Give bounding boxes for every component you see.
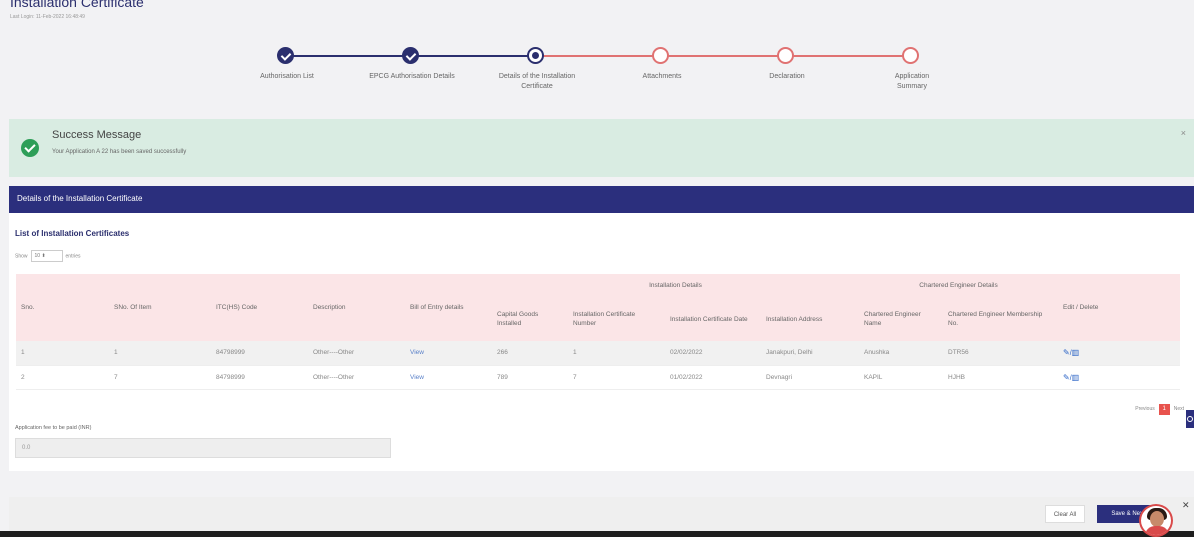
list-title: List of Installation Certificates xyxy=(15,229,130,238)
step-3-label[interactable]: Details of the Installation Certificate xyxy=(487,72,587,92)
feedback-tab-icon[interactable] xyxy=(1186,410,1194,428)
show-label: Show xyxy=(15,253,28,260)
page-1-button[interactable]: 1 xyxy=(1158,404,1170,415)
step-2-label[interactable]: EPCG Authorisation Details xyxy=(352,72,472,82)
cell-description: Other----Other xyxy=(308,365,405,390)
step-6-label[interactable]: Application Summary xyxy=(882,72,942,92)
table-row: 2 7 84798999 Other----Other View 789 7 0… xyxy=(16,365,1180,390)
step-2-check-icon[interactable] xyxy=(402,47,419,64)
entries-value: 10 xyxy=(34,253,41,259)
fee-field: 0.0 xyxy=(15,438,391,458)
close-chat-icon[interactable]: ✕ xyxy=(1182,500,1190,511)
chevron-down-icon: ⬍ xyxy=(41,253,46,259)
entries-control: Show 10 ⬍ entries xyxy=(15,250,81,262)
view-link[interactable]: View xyxy=(405,341,492,366)
cell-itc: 84798999 xyxy=(211,365,308,390)
entries-select[interactable]: 10 ⬍ xyxy=(30,250,63,262)
cell-goods: 266 xyxy=(492,341,568,366)
pagination: Previous 1 Next xyxy=(1135,404,1184,415)
view-link[interactable]: View xyxy=(405,365,492,390)
entries-label: entries xyxy=(65,253,81,260)
cell-engineer-name: Anushka xyxy=(859,341,943,366)
cell-sno: 1 xyxy=(16,341,109,366)
cell-address: Devnagri xyxy=(761,365,859,390)
step-5-circle-icon[interactable] xyxy=(777,47,794,64)
delete-icon[interactable]: ▥ xyxy=(1072,373,1080,382)
edit-icon[interactable]: ✎ xyxy=(1063,373,1070,382)
cell-address: Janakpuri, Delhi xyxy=(761,341,859,366)
step-1-label[interactable]: Authorisation List xyxy=(227,72,347,82)
clear-all-button[interactable]: Clear All xyxy=(1045,505,1085,523)
progress-stepper: Authorisation List EPCG Authorisation De… xyxy=(0,40,1194,100)
main-content: List of Installation Certificates Show 10… xyxy=(9,213,1194,471)
col-capital-goods[interactable]: Capital Goods Installed xyxy=(492,297,568,341)
cell-engineer-no: HJHB xyxy=(943,365,1058,390)
col-description[interactable]: Description xyxy=(308,274,405,341)
step-3-active-icon[interactable] xyxy=(527,47,544,64)
step-4-circle-icon[interactable] xyxy=(652,47,669,64)
col-engineer-name[interactable]: Chartered Engineer Name xyxy=(859,297,943,341)
step-4-label[interactable]: Attachments xyxy=(602,72,722,82)
cell-itc: 84798999 xyxy=(211,341,308,366)
col-item-sno[interactable]: SNo. Of Item xyxy=(109,274,211,341)
success-alert: Success Message Your Application A 22 ha… xyxy=(9,119,1194,177)
col-address[interactable]: Installation Address xyxy=(761,297,859,341)
col-sno[interactable]: Sno. xyxy=(16,274,109,341)
cell-goods: 789 xyxy=(492,365,568,390)
col-cert-date[interactable]: Installation Certificate Date xyxy=(665,297,761,341)
bottom-strip xyxy=(0,531,1194,537)
cell-description: Other----Other xyxy=(308,341,405,366)
success-message: Your Application A 22 has been saved suc… xyxy=(52,149,187,155)
step-1-check-icon[interactable] xyxy=(277,47,294,64)
group-engineer-details: Chartered Engineer Details xyxy=(859,274,1058,297)
footer-actions: Clear All Save & Next xyxy=(9,497,1194,531)
cell-engineer-no: DTR56 xyxy=(943,341,1058,366)
last-login: Last Login: 11-Feb-2022 16:48:49 xyxy=(10,14,85,20)
cell-cert-date: 02/02/2022 xyxy=(665,341,761,366)
page-header: Installation Certificate Last Login: 11-… xyxy=(0,0,1194,22)
delete-icon[interactable]: ▥ xyxy=(1072,348,1080,357)
section-title: Details of the Installation Certificate xyxy=(17,194,143,203)
section-header: Details of the Installation Certificate xyxy=(9,186,1194,213)
avatar-face xyxy=(1150,511,1164,527)
success-title: Success Message xyxy=(52,129,142,141)
step-6-circle-icon[interactable] xyxy=(902,47,919,64)
cell-engineer-name: KAPIL xyxy=(859,365,943,390)
next-link[interactable]: Next xyxy=(1174,406,1184,412)
page-title: Installation Certificate xyxy=(10,0,144,10)
cell-item: 7 xyxy=(109,365,211,390)
col-engineer-membership[interactable]: Chartered Engineer Membership No. xyxy=(943,297,1058,341)
table-group-header: Sno. SNo. Of Item ITC(HS) Code Descripti… xyxy=(16,274,1180,341)
cell-cert-date: 01/02/2022 xyxy=(665,365,761,390)
previous-link[interactable]: Previous xyxy=(1135,406,1154,412)
cell-actions: ✎/▥ xyxy=(1058,365,1180,390)
col-edit-delete: Edit / Delete xyxy=(1058,274,1180,341)
close-icon[interactable]: × xyxy=(1181,128,1186,138)
fee-label: Application fee to be paid (INR) xyxy=(15,425,92,431)
chatbot-avatar[interactable] xyxy=(1139,504,1173,537)
edit-icon[interactable]: ✎ xyxy=(1063,348,1070,357)
step-connector xyxy=(537,55,912,57)
check-circle-icon xyxy=(21,139,39,157)
col-itc-code[interactable]: ITC(HS) Code xyxy=(211,274,308,341)
certificates-table: Sno. SNo. Of Item ITC(HS) Code Descripti… xyxy=(16,274,1180,390)
col-cert-number[interactable]: Installation Certificate Number xyxy=(568,297,665,341)
cell-actions: ✎/▥ xyxy=(1058,341,1180,366)
col-bill-of-entry[interactable]: Bill of Entry details xyxy=(405,274,492,341)
cell-cert-number: 7 xyxy=(568,365,665,390)
cell-item: 1 xyxy=(109,341,211,366)
cell-sno: 2 xyxy=(16,365,109,390)
table-row: 1 1 84798999 Other----Other View 266 1 0… xyxy=(16,341,1180,366)
cell-cert-number: 1 xyxy=(568,341,665,366)
step-5-label[interactable]: Declaration xyxy=(727,72,847,82)
group-installation-details: Installation Details xyxy=(492,274,859,297)
